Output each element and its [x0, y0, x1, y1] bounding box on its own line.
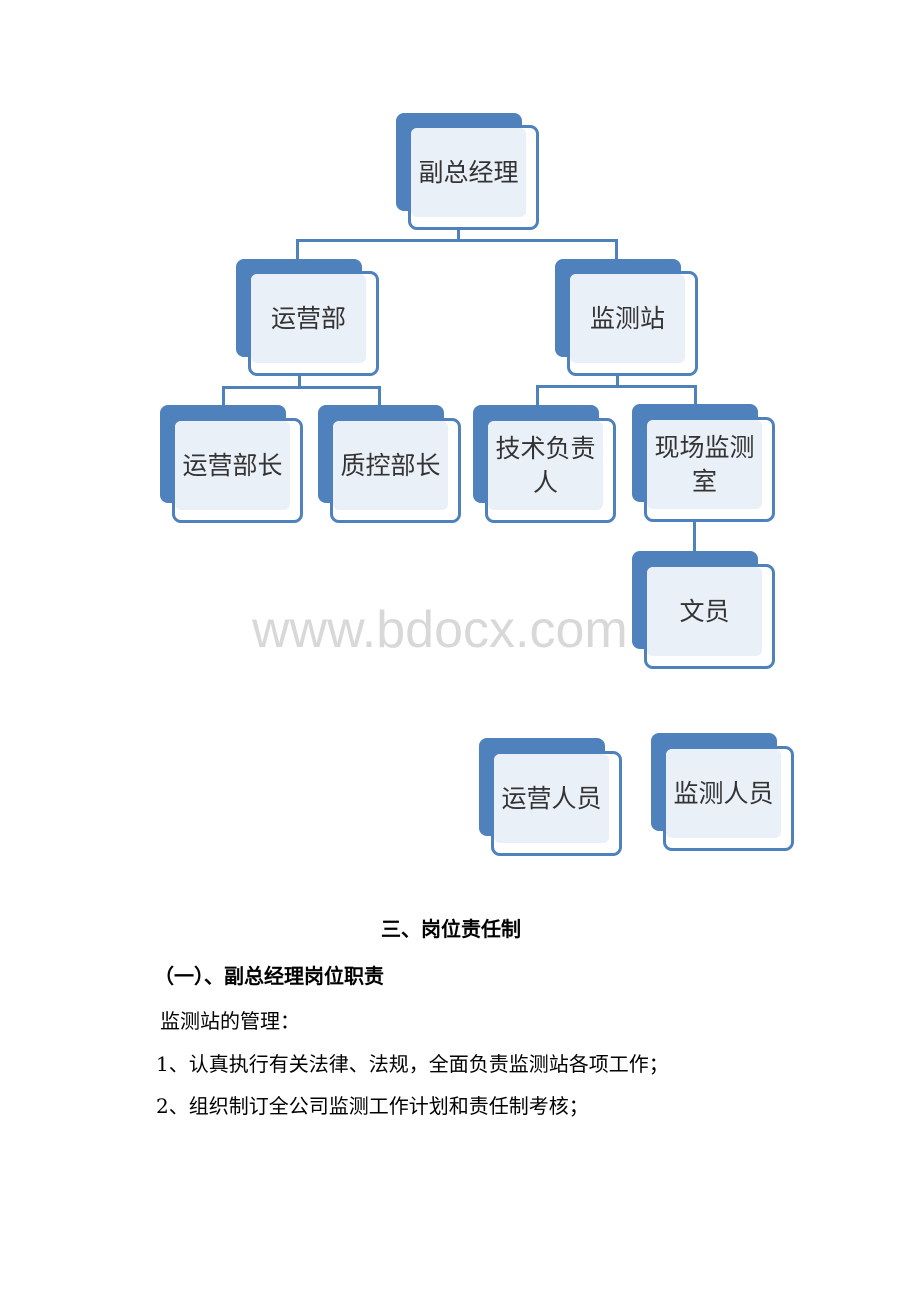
org-node-label: 现场监测室	[654, 432, 755, 496]
org-node-field-monitoring-room: 现场监测室	[632, 404, 777, 522]
org-node-monitoring-staff: 监测人员	[651, 733, 796, 851]
list-item: 2、组织制订全公司监测工作计划和责任制考核；	[156, 1094, 589, 1118]
connector-line	[536, 385, 539, 405]
connector-line	[222, 386, 380, 389]
connector-line	[536, 385, 696, 388]
org-node-label: 监测人员	[673, 778, 774, 808]
list-item: 1、认真执行有关法律、法规，全面负责监测站各项工作；	[156, 1052, 669, 1076]
org-node-label: 运营部	[270, 303, 346, 333]
section-title: 三、岗位责任制	[381, 917, 521, 941]
org-node-label: 文员	[679, 596, 730, 626]
connector-line	[296, 239, 299, 261]
watermark: www.bdocx.com	[252, 601, 628, 659]
connector-line	[378, 386, 381, 406]
connector-line	[222, 386, 225, 406]
org-node-label: 监测站	[589, 303, 665, 333]
org-node-monitoring-station: 监测站	[555, 259, 700, 376]
org-node-operations-staff: 运营人员	[479, 738, 624, 856]
subsection-title: （一）、副总经理岗位职责	[154, 964, 384, 988]
org-node-label: 质控部长	[340, 450, 441, 480]
connector-line	[693, 520, 696, 555]
org-node-label: 副总经理	[418, 157, 519, 187]
org-node-clerk: 文员	[632, 551, 777, 669]
org-node-deputy-gm: 副总经理	[396, 113, 541, 230]
org-node-tech-lead: 技术负责人	[473, 405, 618, 523]
org-node-operations-head: 运营部长	[160, 405, 305, 523]
org-node-label: 技术负责人	[495, 433, 596, 497]
org-node-operations-dept: 运营部	[236, 259, 381, 376]
paragraph-intro: 监测站的管理：	[160, 1009, 300, 1033]
org-node-label: 运营部长	[182, 450, 283, 480]
connector-line	[694, 385, 697, 405]
org-node-label: 运营人员	[501, 783, 602, 813]
connector-line	[296, 239, 618, 242]
connector-line	[615, 239, 618, 261]
org-node-qc-head: 质控部长	[318, 405, 463, 523]
